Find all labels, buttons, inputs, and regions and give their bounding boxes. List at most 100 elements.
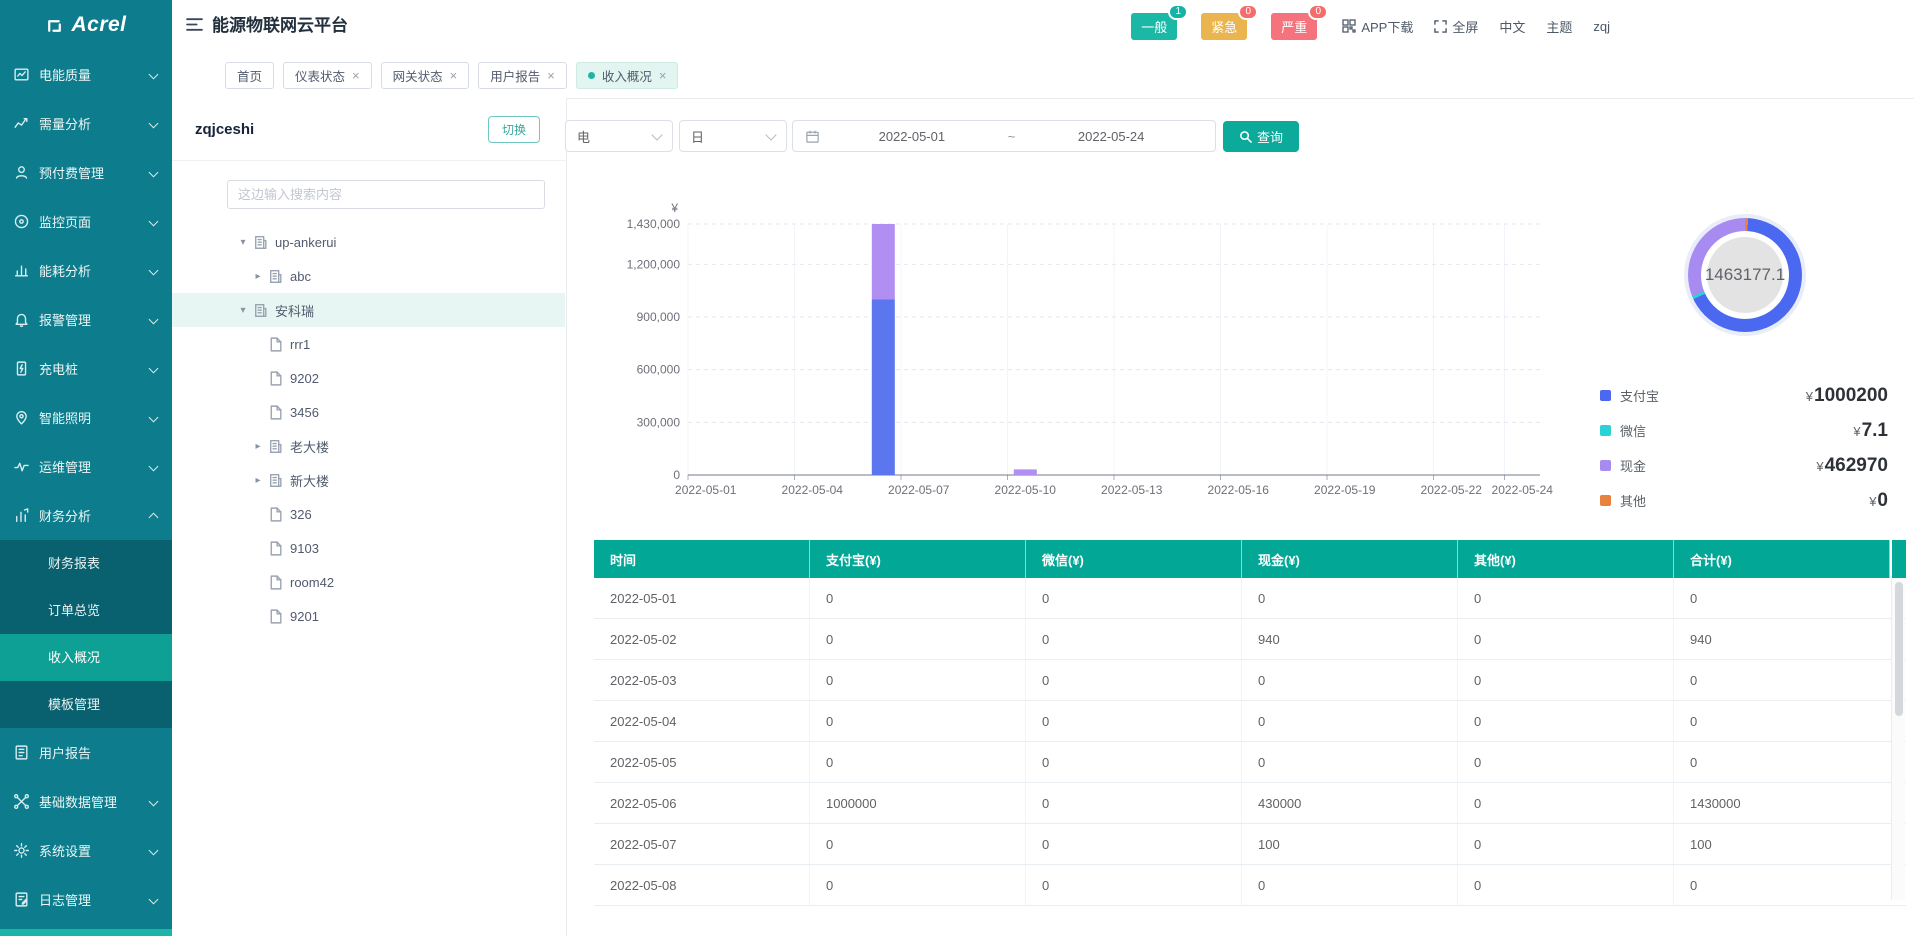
tree-node-label: 老大楼: [290, 437, 329, 456]
tree-collapse-icon[interactable]: ▸: [251, 475, 265, 486]
legend-item-现金[interactable]: 现金¥462970: [1600, 448, 1888, 483]
tree-node-label: 新大楼: [290, 471, 329, 490]
table-row[interactable]: 2022-05-0300000: [594, 660, 1906, 701]
app-download-link[interactable]: APP下载: [1342, 17, 1413, 36]
tab-首页[interactable]: 首页: [225, 62, 274, 89]
sidebar-item-电能质量[interactable]: 电能质量: [0, 50, 172, 99]
legend-label: 其他: [1620, 491, 1646, 510]
tree-node-room42[interactable]: room42: [172, 565, 565, 599]
tree-node-326[interactable]: 326: [172, 497, 565, 531]
scrollbar-thumb[interactable]: [1895, 582, 1903, 716]
qr-code-icon: [1342, 19, 1356, 33]
sidebar-subitem-模板管理[interactable]: 模板管理: [0, 681, 172, 728]
tree-node-新大楼[interactable]: ▸ 新大楼: [172, 463, 565, 497]
user-menu[interactable]: zqj: [1593, 19, 1610, 34]
sidebar-subitem-订单总览[interactable]: 订单总览: [0, 587, 172, 634]
table-scrollbar[interactable]: [1891, 578, 1905, 900]
sidebar-subitem-收入概况[interactable]: 收入概况: [0, 634, 172, 681]
tree-node-up-ankerui[interactable]: ▾up-ankerui: [172, 225, 565, 259]
tree-collapse-icon[interactable]: ▸: [251, 271, 265, 282]
sidebar-item-充电桩[interactable]: 充电桩: [0, 344, 172, 393]
svg-text:1,200,000: 1,200,000: [627, 257, 681, 271]
bar-segment-现金[interactable]: [1014, 469, 1037, 475]
cell-date: 2022-05-05: [594, 742, 810, 782]
tree-node-abc[interactable]: ▸abc: [172, 259, 565, 293]
tree-collapse-icon[interactable]: ▸: [251, 441, 265, 452]
tree-node-安科瑞[interactable]: ▾安科瑞: [172, 293, 565, 327]
fullscreen-link[interactable]: 全屏: [1434, 17, 1478, 36]
tree-node-9202[interactable]: 9202: [172, 361, 565, 395]
cell-amount: 0: [1242, 578, 1458, 618]
theme-switch[interactable]: 主题: [1546, 17, 1572, 36]
sidebar-toggle-icon[interactable]: [186, 17, 203, 37]
cell-amount: 0: [810, 578, 1026, 618]
monitor-icon: [13, 213, 30, 230]
granularity-select[interactable]: 日: [679, 120, 787, 152]
table-row[interactable]: 2022-05-02009400940: [594, 619, 1906, 660]
tab-网关状态[interactable]: 网关状态×: [381, 62, 470, 89]
tab-close-icon[interactable]: ×: [352, 68, 360, 83]
sidebar-item-label: 电能质量: [39, 65, 91, 84]
sidebar-item-运维管理[interactable]: 运维管理: [0, 442, 172, 491]
finance-icon: [13, 507, 30, 524]
sidebar-item-label: 用户报告: [39, 743, 91, 762]
sidebar-item-需量分析[interactable]: 需量分析: [0, 99, 172, 148]
sidebar-item-用户报告[interactable]: 用户报告: [0, 728, 172, 777]
table-row[interactable]: 2022-05-0100000: [594, 578, 1906, 619]
query-button[interactable]: 查询: [1223, 121, 1299, 152]
language-switch[interactable]: 中文: [1499, 17, 1525, 36]
tree-expand-icon[interactable]: ▾: [236, 305, 250, 316]
tree-expand-icon[interactable]: ▾: [236, 237, 250, 248]
pulse-icon: [13, 458, 30, 475]
alarm-badge-严重[interactable]: 严重0: [1271, 13, 1317, 40]
tree-node-老大楼[interactable]: ▸ 老大楼: [172, 429, 565, 463]
chevron-down-icon: [651, 129, 662, 140]
bar-segment-支付宝[interactable]: [872, 300, 895, 476]
tree-node-3456[interactable]: 3456: [172, 395, 565, 429]
sidebar-item-报警管理[interactable]: 报警管理: [0, 295, 172, 344]
date-end[interactable]: 2022-05-24: [1019, 129, 1203, 144]
tab-收入概况[interactable]: 收入概况×: [576, 62, 679, 89]
tree-node-9201[interactable]: 9201: [172, 599, 565, 633]
energy-type-select[interactable]: 电: [565, 120, 673, 152]
sidebar-item-监控页面[interactable]: 监控页面: [0, 197, 172, 246]
switch-button[interactable]: 切换: [488, 116, 540, 143]
sidebar-item-系统设置[interactable]: 系统设置: [0, 826, 172, 875]
sidebar-item-预付费管理[interactable]: 预付费管理: [0, 148, 172, 197]
sidebar-item-能耗分析[interactable]: 能耗分析: [0, 246, 172, 295]
bar-segment-现金[interactable]: [872, 224, 895, 300]
date-start[interactable]: 2022-05-01: [820, 129, 1004, 144]
sidebar-item-日志管理[interactable]: 日志管理: [0, 875, 172, 924]
cell-amount: 940: [1242, 619, 1458, 659]
device-icon: [267, 336, 284, 353]
alarm-badge-一般[interactable]: 一般1: [1131, 13, 1177, 40]
payment-legend: 支付宝¥1000200微信¥7.1现金¥462970其他¥0: [1600, 378, 1888, 518]
sidebar-item-财务分析[interactable]: 财务分析: [0, 491, 172, 540]
tab-close-icon[interactable]: ×: [547, 68, 555, 83]
tree-search-input[interactable]: [227, 180, 545, 209]
legend-item-支付宝[interactable]: 支付宝¥1000200: [1600, 378, 1888, 413]
table-row[interactable]: 2022-05-0800000: [594, 865, 1906, 906]
legend-item-其他[interactable]: 其他¥0: [1600, 483, 1888, 518]
cell-amount: 0: [1026, 824, 1242, 864]
table-row[interactable]: 2022-05-061000000043000001430000: [594, 783, 1906, 824]
tab-close-icon[interactable]: ×: [659, 68, 667, 83]
svg-text:900,000: 900,000: [637, 310, 681, 324]
tree-node-9103[interactable]: 9103: [172, 531, 565, 565]
tab-用户报告[interactable]: 用户报告×: [478, 62, 567, 89]
table-row[interactable]: 2022-05-0500000: [594, 742, 1906, 783]
sidebar-subitem-财务报表[interactable]: 财务报表: [0, 540, 172, 587]
table-row[interactable]: 2022-05-07001000100: [594, 824, 1906, 865]
tree-node-rrr1[interactable]: rrr1: [172, 327, 565, 361]
tab-close-icon[interactable]: ×: [450, 68, 458, 83]
table-row[interactable]: 2022-05-0400000: [594, 701, 1906, 742]
cell-amount: 0: [1458, 660, 1674, 700]
table-body: 2022-05-01000002022-05-020094009402022-0…: [594, 578, 1906, 906]
tab-仪表状态[interactable]: 仪表状态×: [283, 62, 372, 89]
sidebar-item-基础数据管理[interactable]: 基础数据管理: [0, 777, 172, 826]
sidebar-item-智能照明[interactable]: 智能照明: [0, 393, 172, 442]
date-range-picker[interactable]: 2022-05-01 ~ 2022-05-24: [792, 120, 1216, 152]
cell-amount: 0: [810, 660, 1026, 700]
alarm-badge-紧急[interactable]: 紧急0: [1201, 13, 1247, 40]
legend-item-微信[interactable]: 微信¥7.1: [1600, 413, 1888, 448]
